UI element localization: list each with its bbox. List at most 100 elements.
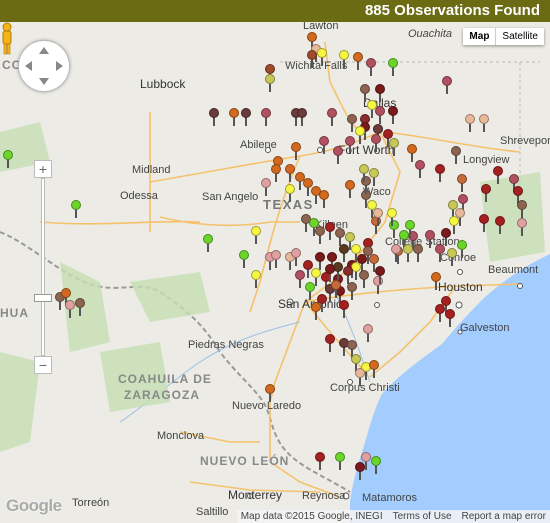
observation-marker-icon[interactable]	[405, 220, 415, 238]
zoom-slider-track[interactable]	[41, 178, 45, 356]
observation-marker-icon[interactable]	[375, 106, 385, 124]
observation-marker-icon[interactable]	[355, 126, 365, 144]
observation-marker-icon[interactable]	[317, 48, 327, 66]
observation-marker-icon[interactable]	[389, 138, 399, 156]
pegman-icon[interactable]	[0, 22, 14, 56]
observation-marker-icon[interactable]	[251, 270, 261, 288]
observation-marker-icon[interactable]	[366, 58, 376, 76]
pan-control[interactable]	[18, 40, 70, 92]
observation-marker-icon[interactable]	[345, 180, 355, 198]
zoom-slider-handle[interactable]	[34, 294, 52, 302]
observation-marker-icon[interactable]	[493, 166, 503, 184]
observation-marker-icon[interactable]	[425, 230, 435, 248]
observation-marker-icon[interactable]	[403, 244, 413, 262]
map-type-map-button[interactable]: Map	[463, 28, 497, 45]
observation-marker-icon[interactable]	[373, 208, 383, 226]
observation-marker-icon[interactable]	[339, 50, 349, 68]
observation-marker-icon[interactable]	[371, 456, 381, 474]
observation-marker-icon[interactable]	[445, 309, 455, 327]
observation-marker-icon[interactable]	[435, 304, 445, 322]
observation-marker-icon[interactable]	[3, 150, 13, 168]
observation-marker-icon[interactable]	[435, 244, 445, 262]
observation-marker-icon[interactable]	[495, 216, 505, 234]
observation-marker-icon[interactable]	[239, 250, 249, 268]
observation-marker-icon[interactable]	[311, 302, 321, 320]
pan-down-icon[interactable]	[39, 78, 49, 85]
observation-marker-icon[interactable]	[315, 226, 325, 244]
observation-marker-icon[interactable]	[451, 146, 461, 164]
observation-marker-icon[interactable]	[388, 106, 398, 124]
observation-marker-icon[interactable]	[355, 368, 365, 386]
observation-marker-icon[interactable]	[369, 360, 379, 378]
observation-marker-icon[interactable]	[325, 334, 335, 352]
observation-marker-icon[interactable]	[229, 108, 239, 126]
observation-marker-icon[interactable]	[413, 244, 423, 262]
observation-marker-icon[interactable]	[295, 270, 305, 288]
observation-marker-icon[interactable]	[517, 200, 527, 218]
map-canvas[interactable]: CO HUA COAHUILA DE ZARAGOZA NUEVO LEÓN T…	[0, 22, 550, 523]
observation-marker-icon[interactable]	[325, 222, 335, 240]
pan-right-icon[interactable]	[56, 61, 63, 71]
observation-marker-icon[interactable]	[319, 190, 329, 208]
observation-marker-icon[interactable]	[479, 214, 489, 232]
observation-marker-icon[interactable]	[457, 240, 467, 258]
observation-marker-icon[interactable]	[415, 160, 425, 178]
observation-marker-icon[interactable]	[241, 108, 251, 126]
observation-marker-icon[interactable]	[343, 266, 353, 284]
observation-marker-icon[interactable]	[265, 384, 275, 402]
pan-left-icon[interactable]	[25, 61, 32, 71]
observation-marker-icon[interactable]	[447, 248, 457, 266]
observation-marker-icon[interactable]	[359, 270, 369, 288]
observation-marker-icon[interactable]	[359, 164, 369, 182]
observation-marker-icon[interactable]	[465, 114, 475, 132]
observation-marker-icon[interactable]	[209, 108, 219, 126]
observation-marker-icon[interactable]	[327, 108, 337, 126]
observation-marker-icon[interactable]	[345, 136, 355, 154]
zoom-in-button[interactable]: +	[34, 160, 52, 178]
observation-marker-icon[interactable]	[457, 174, 467, 192]
map-type-satellite-button[interactable]: Satellite	[496, 28, 544, 45]
observation-marker-icon[interactable]	[517, 218, 527, 236]
observation-marker-icon[interactable]	[335, 452, 345, 470]
observation-marker-icon[interactable]	[369, 168, 379, 186]
observation-marker-icon[interactable]	[285, 184, 295, 202]
observation-marker-icon[interactable]	[431, 272, 441, 290]
observation-marker-icon[interactable]	[297, 108, 307, 126]
observation-marker-icon[interactable]	[331, 280, 341, 298]
observation-marker-icon[interactable]	[363, 324, 373, 342]
observation-marker-icon[interactable]	[203, 234, 213, 252]
observation-marker-icon[interactable]	[371, 134, 381, 152]
observation-marker-icon[interactable]	[325, 264, 335, 282]
pan-up-icon[interactable]	[39, 47, 49, 54]
observation-marker-icon[interactable]	[271, 164, 281, 182]
observation-marker-icon[interactable]	[391, 244, 401, 262]
observation-marker-icon[interactable]	[375, 266, 385, 284]
report-error-link[interactable]: Report a map error	[462, 511, 546, 522]
observation-marker-icon[interactable]	[333, 146, 343, 164]
observation-marker-icon[interactable]	[265, 74, 275, 92]
zoom-out-button[interactable]: −	[34, 356, 52, 374]
observation-marker-icon[interactable]	[65, 300, 75, 318]
observation-marker-icon[interactable]	[291, 248, 301, 266]
observation-marker-icon[interactable]	[339, 300, 349, 318]
observation-marker-icon[interactable]	[75, 298, 85, 316]
observation-marker-icon[interactable]	[479, 114, 489, 132]
observation-marker-icon[interactable]	[435, 164, 445, 182]
observation-marker-icon[interactable]	[442, 76, 452, 94]
observation-marker-icon[interactable]	[285, 164, 295, 182]
observation-marker-icon[interactable]	[315, 452, 325, 470]
observation-marker-icon[interactable]	[71, 200, 81, 218]
observation-marker-icon[interactable]	[355, 462, 365, 480]
observation-marker-icon[interactable]	[353, 52, 363, 70]
observation-marker-icon[interactable]	[387, 208, 397, 226]
observation-marker-icon[interactable]	[251, 226, 261, 244]
observation-marker-icon[interactable]	[319, 136, 329, 154]
observation-marker-icon[interactable]	[261, 108, 271, 126]
terms-of-use-link[interactable]: Terms of Use	[393, 511, 452, 522]
observation-marker-icon[interactable]	[291, 142, 301, 160]
observation-marker-icon[interactable]	[481, 184, 491, 202]
observation-marker-icon[interactable]	[307, 50, 317, 68]
observation-marker-icon[interactable]	[271, 250, 281, 268]
observation-marker-icon[interactable]	[261, 178, 271, 196]
observation-marker-icon[interactable]	[347, 282, 357, 300]
